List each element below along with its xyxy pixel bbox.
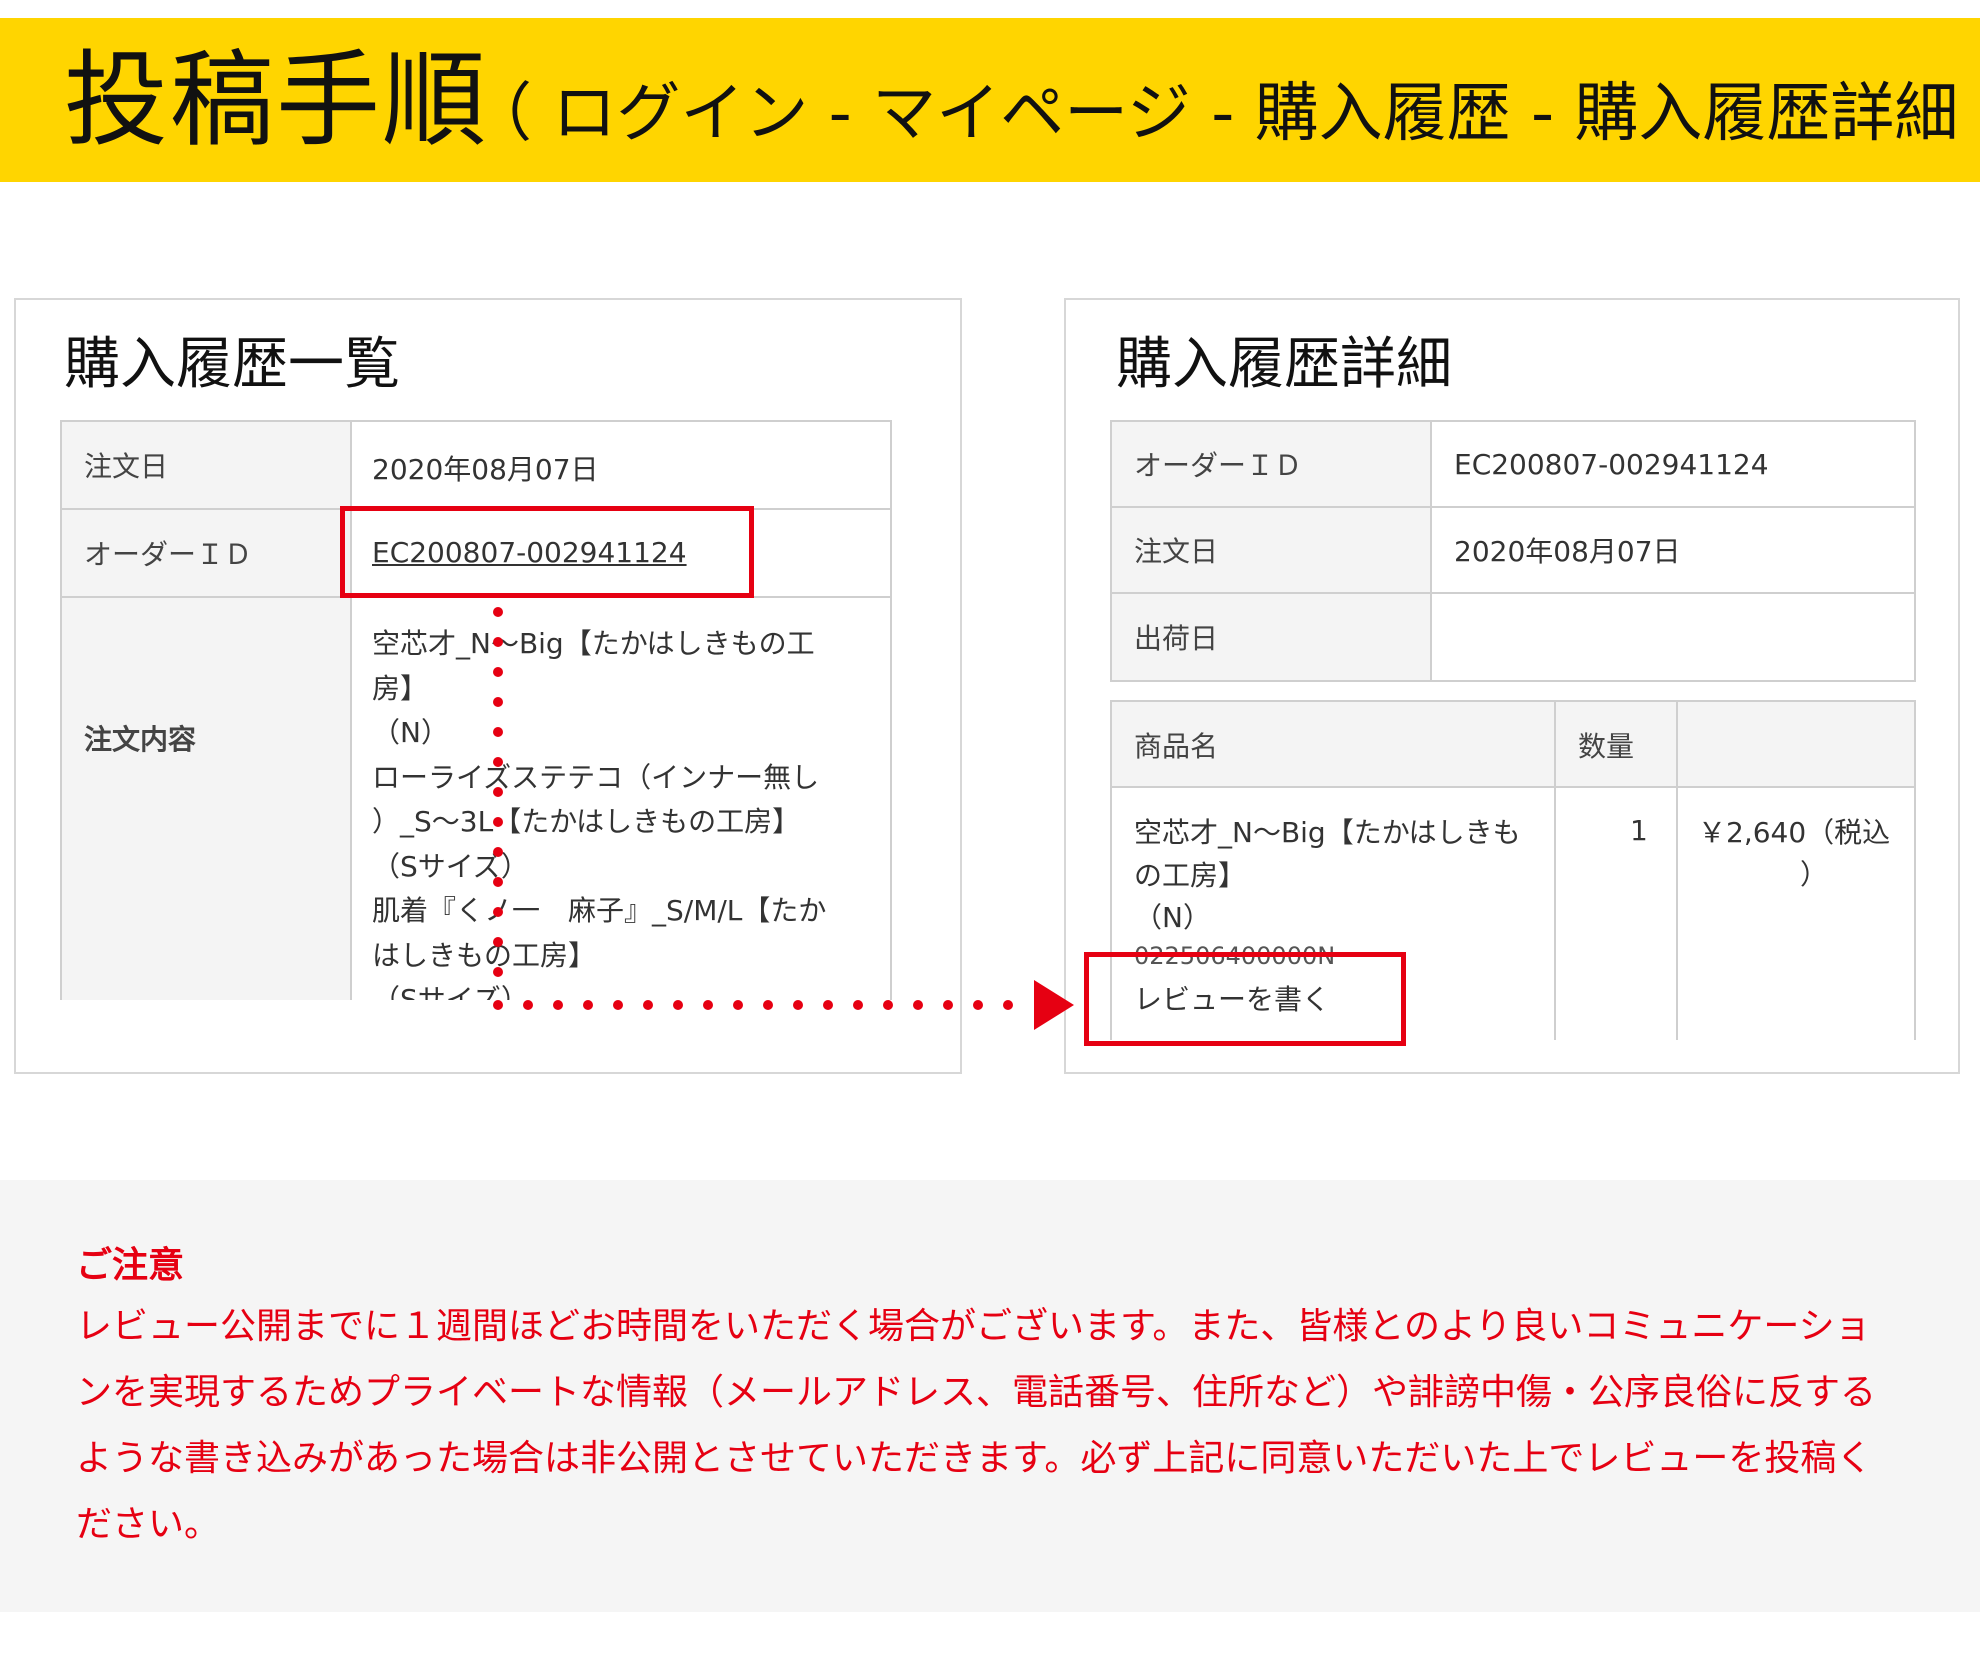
detail-order-id-value: EC200807-002941124: [1454, 447, 1769, 481]
list-item: （Sサイズ）: [372, 849, 529, 883]
purchase-history-list-panel: 購入履歴一覧 注文日 2020年08月07日 オーダーＩＤ EC200807-0…: [14, 298, 962, 1074]
list-item: （N）: [372, 716, 449, 749]
detail-ship-date-row: 出荷日: [1112, 594, 1914, 680]
product-name-line: （N）: [1134, 901, 1211, 934]
product-price: ￥2,640（税込 ）: [1698, 812, 1908, 896]
notice-body: レビュー公開までに１週間ほどお時間をいただく場合がございます。また、皆様とのより…: [76, 1306, 1877, 1545]
order-id-label: オーダーＩＤ: [62, 510, 352, 596]
order-date-row: 注文日 2020年08月07日: [62, 422, 890, 510]
order-date-label: 注文日: [62, 422, 352, 508]
product-name-header: 商品名: [1134, 730, 1219, 763]
review-link-highlight-box: [1084, 952, 1406, 1046]
price-line: ）: [1799, 858, 1828, 891]
order-date-value: 2020年08月07日: [372, 453, 599, 486]
list-item: 肌着『くノ一 麻子』_S/M/L【たか: [372, 894, 827, 927]
list-item: （Sサイズ）: [372, 983, 529, 1000]
list-item: はしきもの工房】: [372, 938, 597, 972]
product-name: 空芯才_N～Big【たかはしきも の工房】 （N）: [1134, 812, 1544, 940]
notice-title: ご注意: [76, 1245, 185, 1286]
list-item: ）_S～3L【たかはしきもの工房】: [372, 805, 801, 838]
order-id-highlight-box: [340, 506, 754, 598]
column-divider: [1554, 702, 1556, 1040]
order-items-list: 空芯才_N～Big【たかはしきもの工 房】 （N） ローライズステテコ（インナー…: [372, 622, 872, 1000]
detail-panel-heading: 購入履歴詳細: [1116, 332, 1452, 397]
detail-order-date-label: 注文日: [1112, 508, 1432, 592]
column-divider: [1676, 702, 1678, 1040]
product-quantity: 1: [1630, 814, 1648, 847]
detail-ship-date-label: 出荷日: [1112, 594, 1432, 680]
list-item: ローライズステテコ（インナー無し: [372, 760, 820, 794]
page-subtitle-steps: （ ログイン - マイページ - 購入履歴 - 購入履歴詳細 ）: [468, 77, 1980, 151]
detail-order-id-label: オーダーＩＤ: [1112, 422, 1432, 506]
notice-section: ご注意 レビュー公開までに１週間ほどお時間をいただく場合がございます。また、皆様…: [0, 1180, 1980, 1612]
detail-order-date-value: 2020年08月07日: [1454, 535, 1681, 568]
header-banner: 投稿手順 （ ログイン - マイページ - 購入履歴 - 購入履歴詳細 ）: [0, 18, 1980, 182]
product-name-line: 空芯才_N～Big【たかはしきも: [1134, 816, 1521, 849]
price-line: ￥2,640（税込: [1698, 816, 1891, 849]
detail-order-date-row: 注文日 2020年08月07日: [1112, 508, 1914, 594]
page-title: 投稿手順: [64, 39, 489, 161]
product-table-header: [1112, 702, 1914, 788]
list-panel-heading: 購入履歴一覧: [64, 332, 400, 397]
product-name-line: の工房】: [1134, 858, 1247, 892]
detail-order-id-row: オーダーＩＤ EC200807-002941124: [1112, 422, 1914, 508]
order-contents-label: 注文内容: [62, 598, 352, 1000]
order-contents-row: 注文内容 空芯才_N～Big【たかはしきもの工 房】 （N） ローライズステテコ…: [62, 598, 890, 1000]
list-item: 空芯才_N～Big【たかはしきもの工: [372, 627, 815, 660]
list-item: 房】: [372, 671, 429, 705]
order-info-table: オーダーＩＤ EC200807-002941124 注文日 2020年08月07…: [1110, 420, 1916, 682]
quantity-header: 数量: [1578, 730, 1635, 763]
